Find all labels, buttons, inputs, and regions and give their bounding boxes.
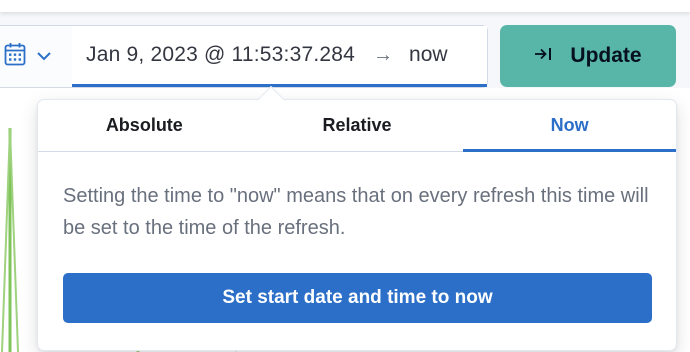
tab-relative[interactable]: Relative <box>251 100 464 151</box>
top-bar <box>0 0 690 12</box>
set-start-now-button[interactable]: Set start date and time to now <box>63 273 652 323</box>
update-button[interactable]: Update <box>500 25 676 87</box>
tab-now[interactable]: Now <box>463 100 676 152</box>
refresh-icon <box>534 46 556 67</box>
tab-absolute[interactable]: Absolute <box>38 100 251 151</box>
popover-tabs: Absolute Relative Now <box>38 100 676 152</box>
date-range-picker: Jan 9, 2023 @ 11:53:37.284 → now <box>0 25 488 88</box>
chevron-down-icon <box>36 48 52 66</box>
update-button-label: Update <box>570 44 642 67</box>
date-picker-screen: Jan 9, 2023 @ 11:53:37.284 → now Update … <box>0 0 690 352</box>
arrow-right-icon: → <box>373 43 394 66</box>
quick-select-button[interactable] <box>0 26 72 87</box>
now-description: Setting the time to "now" means that on … <box>63 185 649 239</box>
start-date-button[interactable]: Jan 9, 2023 @ 11:53:37.284 <box>72 43 355 67</box>
calendar-icon <box>4 42 26 71</box>
start-date-popover: Absolute Relative Now Setting the time t… <box>37 85 677 351</box>
end-date-button[interactable]: now <box>409 43 448 67</box>
date-range-field: Jan 9, 2023 @ 11:53:37.284 → now <box>72 26 487 87</box>
